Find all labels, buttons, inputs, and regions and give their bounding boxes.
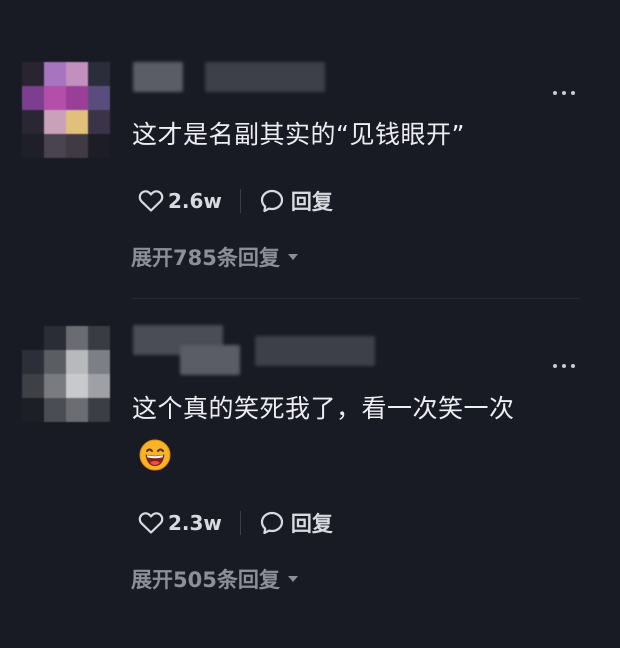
chevron-down-icon — [287, 254, 298, 260]
like-button[interactable]: 2.6w — [138, 189, 222, 213]
divider — [239, 511, 241, 535]
more-icon[interactable] — [553, 363, 575, 369]
expand-replies-button[interactable]: 展开505条回复 — [131, 564, 298, 594]
more-icon[interactable] — [553, 90, 575, 96]
reply-label: 回复 — [290, 512, 333, 536]
comment-text: 这个真的笑死我了，看一次笑一次 — [132, 394, 515, 423]
chevron-down-icon — [287, 576, 298, 582]
reply-label: 回复 — [290, 190, 333, 214]
avatar[interactable] — [22, 326, 110, 422]
speech-bubble-icon — [260, 511, 284, 535]
speech-bubble-icon — [260, 189, 284, 213]
reply-button[interactable]: 回复 — [259, 186, 333, 216]
divider — [239, 189, 241, 213]
reply-button[interactable]: 回复 — [259, 508, 333, 538]
grinning-face-emoji — [139, 439, 171, 471]
like-button[interactable]: 2.3w — [138, 511, 222, 535]
comment-actions: 2.6w 回复 — [138, 186, 333, 216]
heart-outline-icon — [138, 512, 164, 534]
avatar[interactable] — [22, 62, 110, 158]
like-count: 2.6w — [168, 189, 222, 213]
comment-divider — [131, 298, 580, 299]
like-count: 2.3w — [168, 511, 222, 535]
expand-replies-button[interactable]: 展开785条回复 — [131, 242, 298, 272]
comment-text: 这才是名副其实的“见钱眼开” — [132, 120, 465, 149]
expand-replies-label: 展开505条回复 — [131, 568, 280, 592]
heart-outline-icon — [138, 190, 164, 212]
expand-replies-label: 展开785条回复 — [131, 246, 280, 270]
comment-actions: 2.3w 回复 — [138, 508, 333, 538]
